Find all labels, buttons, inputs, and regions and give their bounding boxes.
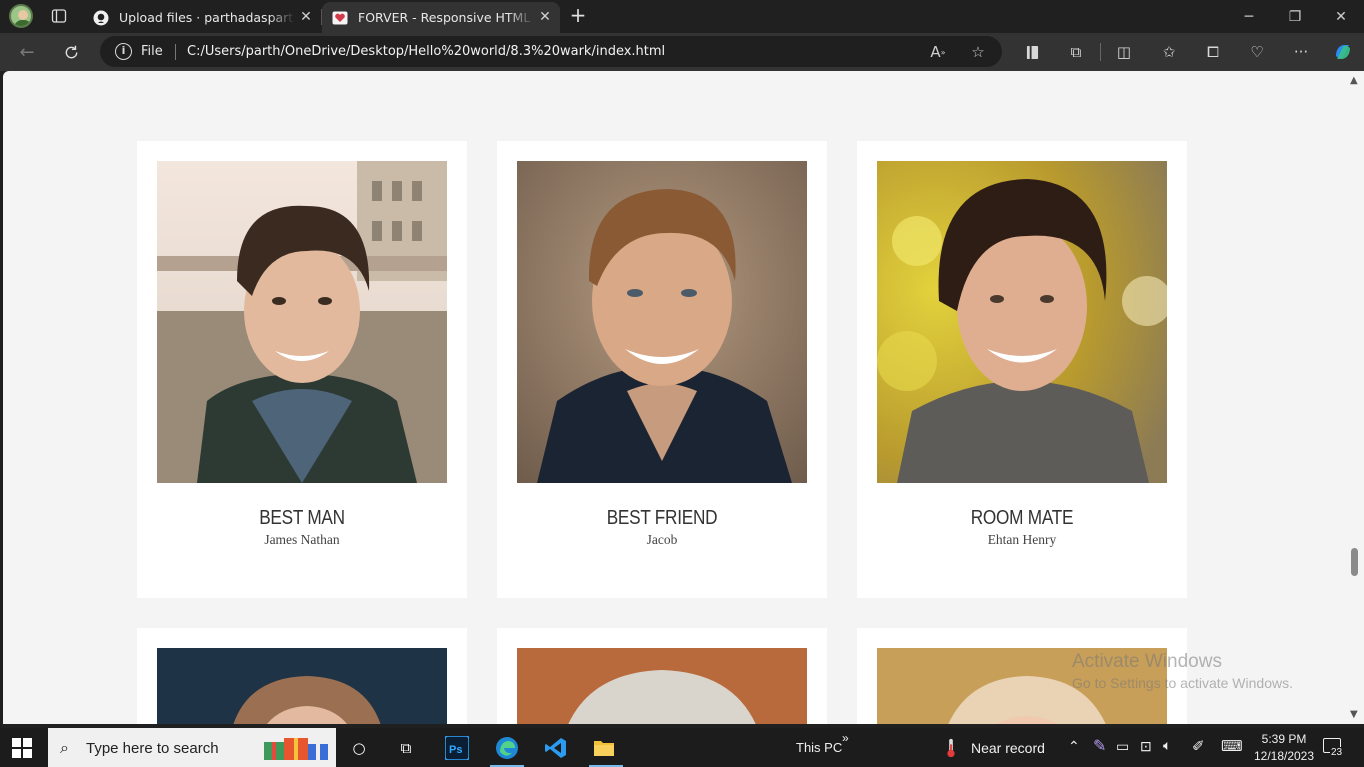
refresh-icon[interactable] — [57, 38, 85, 66]
security-label: File — [141, 44, 163, 59]
close-tab-icon[interactable]: ✕ — [299, 10, 313, 24]
address-divider — [175, 44, 176, 60]
favorites-icon[interactable]: ✩ — [1156, 40, 1182, 64]
search-icon: ⌕ — [60, 738, 69, 757]
puzzle-icon[interactable]: ⧉ — [1063, 40, 1089, 64]
team-card — [137, 628, 467, 724]
portrait-photo — [877, 161, 1167, 483]
svg-text:Ps: Ps — [449, 744, 462, 756]
watermark-title: Activate Windows — [1072, 651, 1222, 672]
tab-strip: Upload files · parthadasparthiv/8.3 ✕ FO… — [0, 0, 1364, 33]
read-aloud-icon[interactable]: A» — [927, 41, 949, 63]
close-tab-icon[interactable]: ✕ — [538, 10, 552, 24]
tab-forver[interactable]: FORVER - Responsive HTML Wedding ✕ — [322, 2, 560, 33]
watermark-subtitle: Go to Settings to activate Windows. — [1072, 675, 1293, 691]
back-arrow-icon[interactable]: ← — [13, 38, 41, 66]
tab-actions-icon[interactable] — [47, 5, 71, 27]
page-scrollbar[interactable]: ▲ ▼ — [1346, 71, 1364, 724]
search-placeholder: Type here to search — [86, 740, 219, 757]
star-icon[interactable]: ☆ — [967, 41, 989, 63]
task-view-icon[interactable]: ⧉ — [393, 735, 419, 761]
more-options-icon[interactable]: ··· — [1288, 40, 1314, 64]
portrait-photo — [157, 161, 447, 483]
card-name: James Nathan — [264, 532, 340, 547]
profile-avatar[interactable] — [9, 4, 33, 28]
github-icon — [93, 10, 109, 26]
show-hidden-icons-icon[interactable]: ⌃ — [1068, 738, 1080, 755]
vscode-icon[interactable] — [543, 735, 569, 761]
scroll-down-arrow-icon[interactable]: ▼ — [1350, 709, 1358, 720]
toolbar-divider — [1100, 43, 1101, 61]
notification-count: 23 — [1330, 747, 1344, 758]
portrait-photo — [157, 648, 447, 724]
taskbar-search[interactable]: ⌕ Type here to search — [48, 728, 336, 767]
clock-time[interactable]: 5:39 PM — [1258, 732, 1310, 746]
taskbar: ⌕ Type here to search ○ ⧉ Ps This PC » N… — [0, 728, 1364, 767]
team-card: ROOM MATE Ehtan Henry — [857, 141, 1187, 598]
reading-view-icon[interactable] — [1019, 40, 1045, 64]
photoshop-icon[interactable]: Ps — [444, 735, 470, 761]
scroll-up-arrow-icon[interactable]: ▲ — [1350, 75, 1358, 86]
volume-icon[interactable]: 🔈︎ — [1163, 737, 1171, 754]
tab-title: FORVER - Responsive HTML Wedding — [358, 10, 534, 25]
clock-date[interactable]: 12/18/2023 — [1250, 749, 1318, 763]
restore-icon[interactable]: ❐ — [1272, 0, 1318, 33]
page-viewport: BEST MAN James Nathan BEST FRIEND Jacob — [3, 71, 1346, 724]
weather-label[interactable]: Near record — [971, 740, 1045, 756]
file-explorer-icon[interactable] — [591, 735, 617, 761]
tab-title: Upload files · parthadasparthiv/8.3 — [119, 10, 295, 25]
gifts-highlight-icon — [264, 738, 328, 760]
card-name: Ehtan Henry — [987, 532, 1057, 547]
windows-start-icon[interactable] — [12, 738, 32, 758]
tab-upload-files[interactable]: Upload files · parthadasparthiv/8.3 ✕ — [83, 2, 321, 33]
site-info-icon[interactable]: i — [115, 43, 132, 60]
card-name: Jacob — [646, 532, 678, 547]
collections-icon[interactable]: ⧠ — [1200, 40, 1226, 64]
scrollbar-thumb[interactable] — [1351, 548, 1358, 576]
split-screen-icon[interactable]: ◫ — [1111, 40, 1137, 64]
heart-favicon-icon — [332, 10, 348, 26]
cortana-icon[interactable]: ○ — [346, 735, 372, 761]
browser-essentials-icon[interactable]: ♡ — [1244, 40, 1270, 64]
minimize-icon[interactable]: ─ — [1226, 0, 1272, 33]
browser-toolbar: ← i File C:/Users/parth/OneDrive/Desktop… — [0, 33, 1364, 71]
url-text[interactable]: C:/Users/parth/OneDrive/Desktop/Hello%20… — [187, 44, 665, 59]
activate-windows-watermark: Activate Windows Go to Settings to activ… — [1072, 651, 1293, 691]
card-role: BEST FRIEND — [606, 507, 718, 529]
portrait-photo — [517, 648, 807, 724]
thermometer-icon — [938, 735, 964, 761]
more-arrows-icon[interactable]: » — [842, 731, 849, 745]
card-role: BEST MAN — [259, 507, 345, 529]
keyboard-icon[interactable]: ⌨ — [1221, 737, 1243, 755]
new-tab-icon[interactable]: + — [566, 4, 590, 28]
team-card — [497, 628, 827, 724]
pen-icon[interactable]: ✎ — [1093, 736, 1106, 756]
portrait-photo — [517, 161, 807, 483]
close-window-icon[interactable]: ✕ — [1318, 0, 1364, 33]
network-icon[interactable]: ⊡ — [1140, 738, 1152, 755]
this-pc-label[interactable]: This PC — [796, 740, 842, 755]
address-bar[interactable]: i File C:/Users/parth/OneDrive/Desktop/H… — [100, 36, 1002, 67]
team-card: BEST MAN James Nathan — [137, 141, 467, 598]
edge-icon[interactable] — [494, 735, 520, 761]
copilot-icon[interactable] — [1330, 40, 1356, 64]
battery-icon[interactable]: ▭ — [1116, 738, 1129, 755]
pen-workspace-icon[interactable]: ✐ — [1192, 737, 1205, 755]
team-card: BEST FRIEND Jacob — [497, 141, 827, 598]
card-role: ROOM MATE — [970, 507, 1074, 529]
